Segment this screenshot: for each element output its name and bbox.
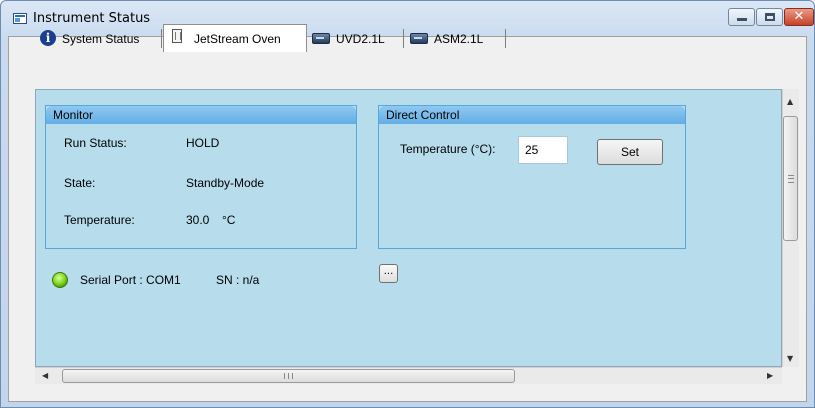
- maximize-icon: [765, 13, 775, 21]
- direct-control-group-title: Direct Control: [386, 108, 460, 122]
- tab-label: UVD2.1L: [336, 32, 385, 46]
- direct-control-group: Direct Control: [378, 105, 686, 249]
- temperature-label: Temperature:: [64, 213, 135, 227]
- oven-icon: [172, 29, 182, 43]
- direct-control-group-header: Direct Control: [379, 106, 685, 124]
- close-icon: ✕: [793, 9, 805, 24]
- tab-separator: [403, 29, 404, 48]
- tab-uvd2-1l[interactable]: UVD2.1L: [308, 27, 404, 52]
- scroll-grip-icon: [788, 175, 794, 183]
- more-options-button[interactable]: ...: [379, 264, 398, 283]
- temperature-value: 30.0: [186, 213, 210, 227]
- scroll-left-arrow-icon[interactable]: ◀: [42, 372, 48, 380]
- module-icon: [410, 33, 428, 44]
- serial-number-text: SN : n/a: [216, 273, 260, 287]
- maximize-button[interactable]: [756, 8, 783, 26]
- horizontal-scroll-thumb[interactable]: [62, 369, 515, 383]
- set-button[interactable]: Set: [597, 139, 663, 165]
- close-button[interactable]: ✕: [784, 8, 814, 26]
- tab-asm2-1l[interactable]: ASM2.1L: [406, 27, 506, 52]
- app-window-icon: [13, 13, 27, 24]
- module-icon: [312, 33, 330, 44]
- temperature-setpoint-label: Temperature (°C):: [400, 142, 496, 156]
- tab-system-status[interactable]: i System Status: [38, 27, 162, 52]
- state-label: State:: [64, 176, 96, 190]
- scroll-down-arrow-icon[interactable]: ▼: [787, 355, 793, 363]
- scrollbar-corner: [782, 367, 799, 384]
- tab-label: ASM2.1L: [434, 32, 484, 46]
- scroll-right-arrow-icon[interactable]: ▶: [767, 372, 773, 380]
- temperature-setpoint-input[interactable]: 25: [518, 136, 568, 164]
- tab-separator: [161, 29, 162, 48]
- serial-port-text: Serial Port : COM1: [80, 273, 181, 287]
- minimize-icon: [737, 18, 747, 21]
- scroll-up-arrow-icon[interactable]: ▲: [787, 98, 793, 106]
- monitor-group-title: Monitor: [53, 108, 94, 122]
- temperature-unit: °C: [222, 213, 236, 227]
- status-led-icon: [52, 272, 68, 288]
- run-status-value: HOLD: [186, 136, 220, 150]
- tab-separator: [505, 29, 506, 48]
- run-status-label: Run Status:: [64, 136, 127, 150]
- info-icon: i: [40, 30, 56, 46]
- state-value: Standby-Mode: [186, 176, 265, 190]
- tab-label: System Status: [62, 32, 140, 46]
- scroll-grip-icon: [284, 373, 293, 379]
- vertical-scroll-thumb[interactable]: [783, 116, 798, 241]
- tab-jetstream-oven[interactable]: JetStream Oven: [163, 24, 307, 52]
- minimize-button[interactable]: [728, 8, 755, 26]
- window-title: Instrument Status: [33, 11, 151, 26]
- monitor-group-header: Monitor: [46, 106, 356, 124]
- tab-label: JetStream Oven: [194, 32, 281, 46]
